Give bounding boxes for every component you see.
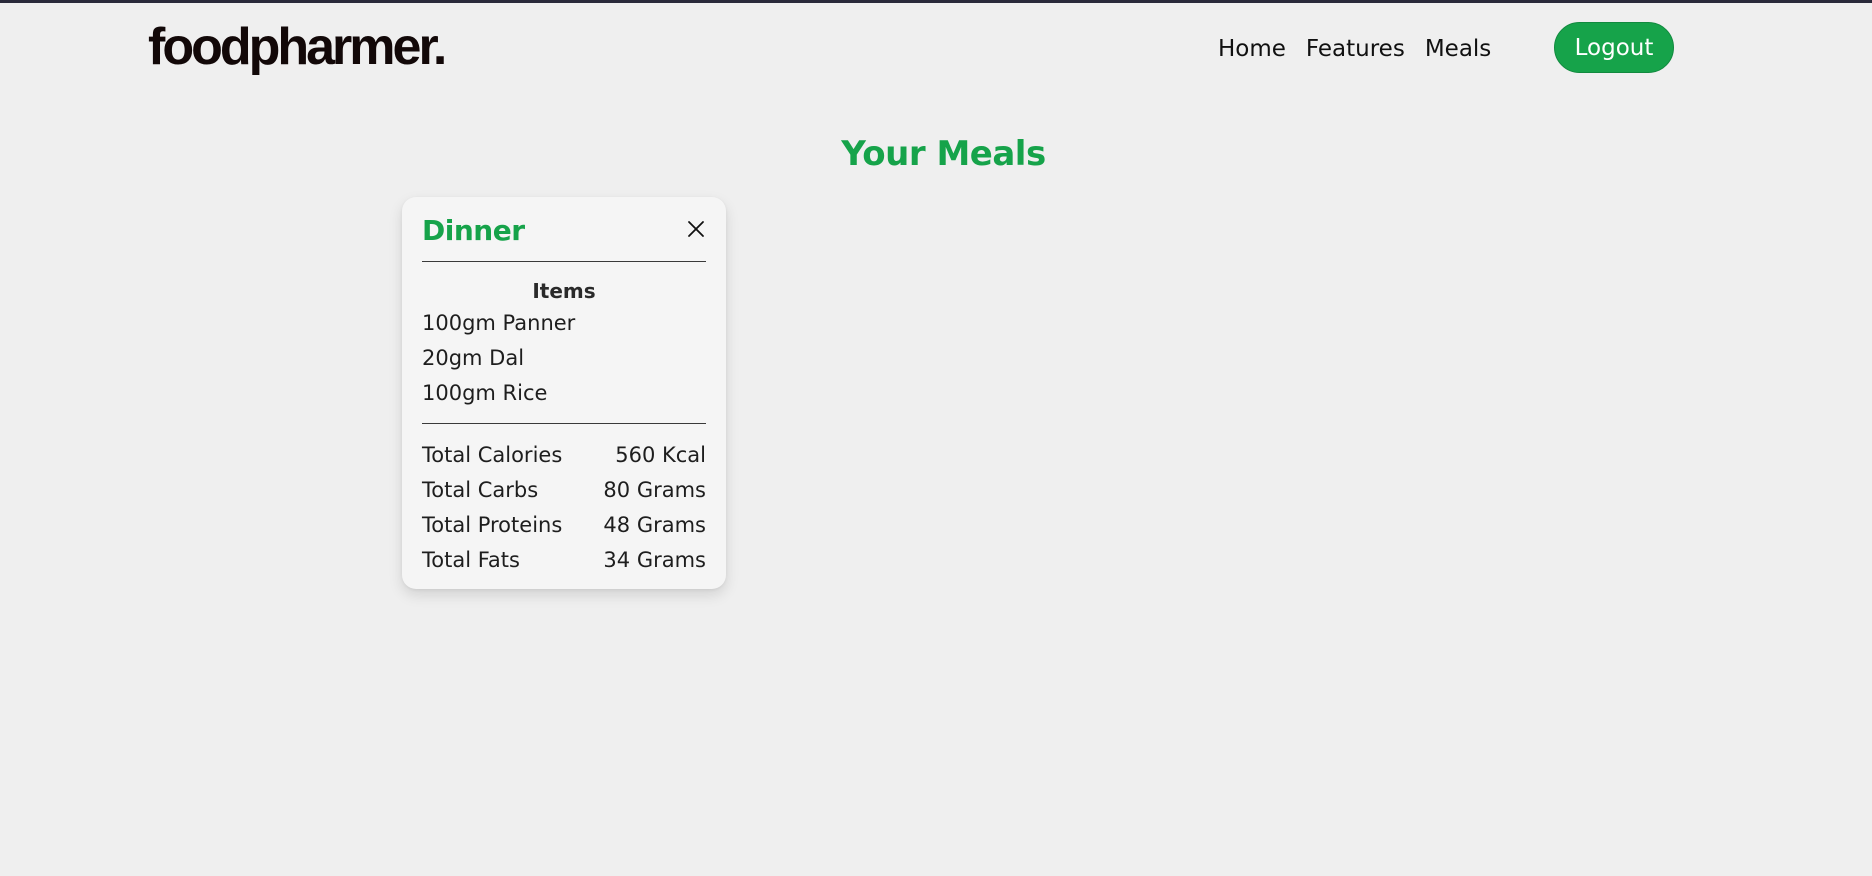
total-value: 560 Kcal: [615, 443, 706, 467]
total-label: Total Carbs: [422, 478, 539, 502]
nav-link-home[interactable]: Home: [1218, 33, 1286, 65]
total-value: 48 Grams: [603, 513, 706, 537]
meal-totals: Total Calories 560 Kcal Total Carbs 80 G…: [422, 424, 706, 578]
nav-links: Home Features Meals: [1218, 33, 1491, 65]
meal-card-header: Dinner: [422, 197, 706, 262]
logout-button[interactable]: Logout: [1554, 22, 1674, 73]
total-row-calories: Total Calories 560 Kcal: [422, 438, 706, 473]
logo[interactable]: foodpharmer.: [148, 17, 447, 77]
close-icon[interactable]: [686, 219, 706, 239]
list-item: 20gm Dal: [422, 346, 525, 370]
total-row-proteins: Total Proteins 48 Grams: [422, 508, 706, 543]
total-row-fats: Total Fats 34 Grams: [422, 543, 706, 578]
nav-link-features[interactable]: Features: [1306, 33, 1405, 65]
meal-card-title: Dinner: [422, 214, 525, 247]
meal-card: Dinner Items 100gm Panner 20gm Dal 100gm…: [402, 197, 726, 589]
list-item: 100gm Rice: [422, 381, 548, 405]
meal-items: Items 100gm Panner 20gm Dal 100gm Rice: [422, 262, 706, 424]
total-value: 34 Grams: [603, 548, 706, 572]
list-item: 100gm Panner: [422, 311, 576, 335]
total-label: Total Fats: [422, 548, 520, 572]
nav-link-meals[interactable]: Meals: [1425, 33, 1491, 65]
total-value: 80 Grams: [603, 478, 706, 502]
page-title: Your Meals: [841, 134, 1046, 174]
items-heading: Items: [532, 279, 596, 303]
total-row-carbs: Total Carbs 80 Grams: [422, 473, 706, 508]
total-label: Total Calories: [422, 443, 563, 467]
navbar: foodpharmer. Home Features Meals Logout: [0, 3, 1872, 93]
total-label: Total Proteins: [422, 513, 563, 537]
